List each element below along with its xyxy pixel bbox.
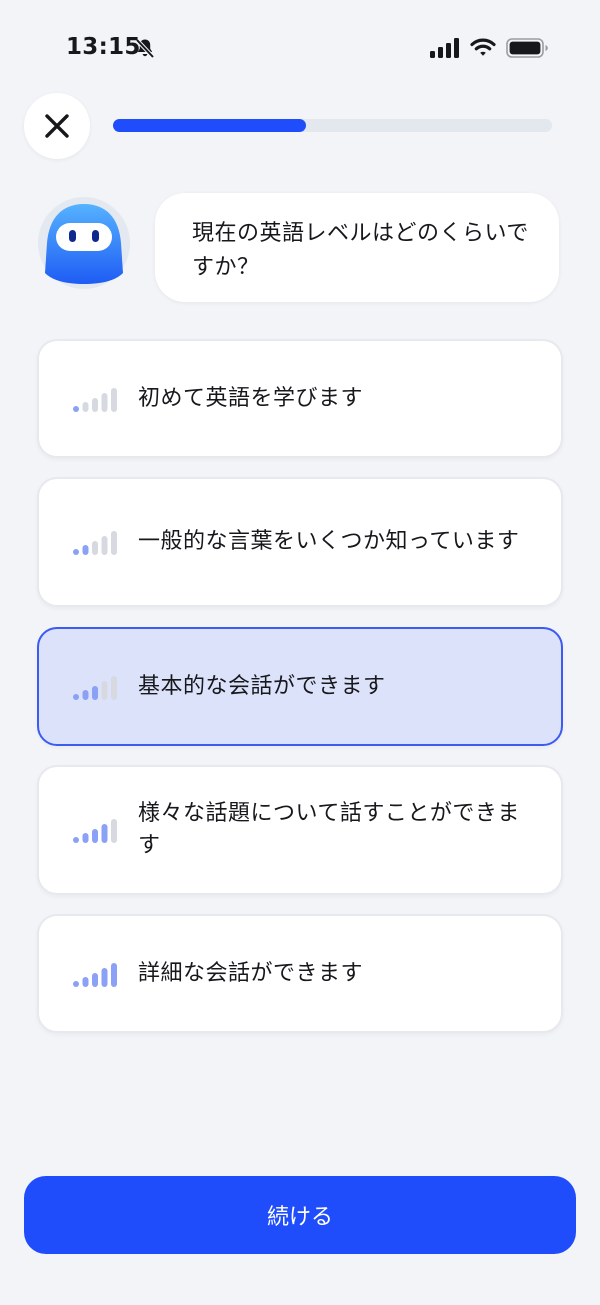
bell-muted-icon xyxy=(135,38,155,59)
level-bar xyxy=(101,824,108,843)
level-bar xyxy=(101,536,108,555)
option-label: 初めて英語を学びます xyxy=(138,385,364,411)
status-bar: 13:15 xyxy=(0,0,600,96)
level-bar xyxy=(82,689,89,700)
level-bar xyxy=(92,829,98,843)
level-bar xyxy=(73,980,79,987)
level-bar xyxy=(111,531,117,555)
status-time: 13:15 xyxy=(66,34,141,60)
battery-icon xyxy=(506,38,548,58)
level-bar xyxy=(73,837,79,843)
level-bar xyxy=(101,967,108,987)
level-bars-icon xyxy=(73,531,117,555)
progress-fill xyxy=(113,119,307,132)
level-bar xyxy=(111,387,117,412)
level-bar xyxy=(82,833,89,843)
option-level-4[interactable]: 様々な話題について話すことができます xyxy=(37,765,563,895)
level-bar xyxy=(73,549,79,555)
level-bar xyxy=(82,545,89,555)
level-bars-icon xyxy=(73,675,117,700)
level-bar xyxy=(111,962,117,987)
level-bar xyxy=(111,819,117,843)
option-label: 一般的な言葉をいくつか知っています xyxy=(138,529,520,554)
continue-button[interactable]: 続ける xyxy=(24,1176,576,1254)
level-bar xyxy=(101,680,108,700)
option-level-2[interactable]: 一般的な言葉をいくつか知っています xyxy=(37,477,563,607)
level-bar xyxy=(92,972,98,987)
level-bar xyxy=(92,541,98,555)
cellular-signal-icon xyxy=(430,38,459,58)
option-level-5[interactable]: 詳細な会話ができます xyxy=(37,914,563,1033)
level-bar xyxy=(92,397,98,412)
option-level-3[interactable]: 基本的な会話ができます xyxy=(37,627,563,746)
option-label: 様々な話題について話すことができます xyxy=(138,801,520,858)
level-bar xyxy=(111,675,117,700)
progress-bar xyxy=(113,119,552,132)
level-bar xyxy=(73,405,79,412)
wifi-icon xyxy=(470,38,496,56)
option-label: 基本的な会話ができます xyxy=(138,673,386,699)
question-bubble: 現在の英語レベルはどのくらいですか？ xyxy=(155,193,559,302)
robot-mascot-icon xyxy=(45,204,123,284)
level-bars-icon xyxy=(73,387,117,412)
mascot-avatar xyxy=(38,197,130,289)
level-bar xyxy=(82,976,89,987)
level-bar xyxy=(73,693,79,700)
level-bar xyxy=(92,685,98,700)
option-level-1[interactable]: 初めて英語を学びます xyxy=(37,339,563,458)
close-button[interactable] xyxy=(24,93,90,159)
level-bar xyxy=(82,401,89,412)
option-label: 詳細な会話ができます xyxy=(138,960,364,986)
level-bars-icon xyxy=(73,819,117,843)
level-bars-icon xyxy=(73,962,117,987)
close-icon xyxy=(45,114,69,138)
level-bar xyxy=(101,392,108,412)
